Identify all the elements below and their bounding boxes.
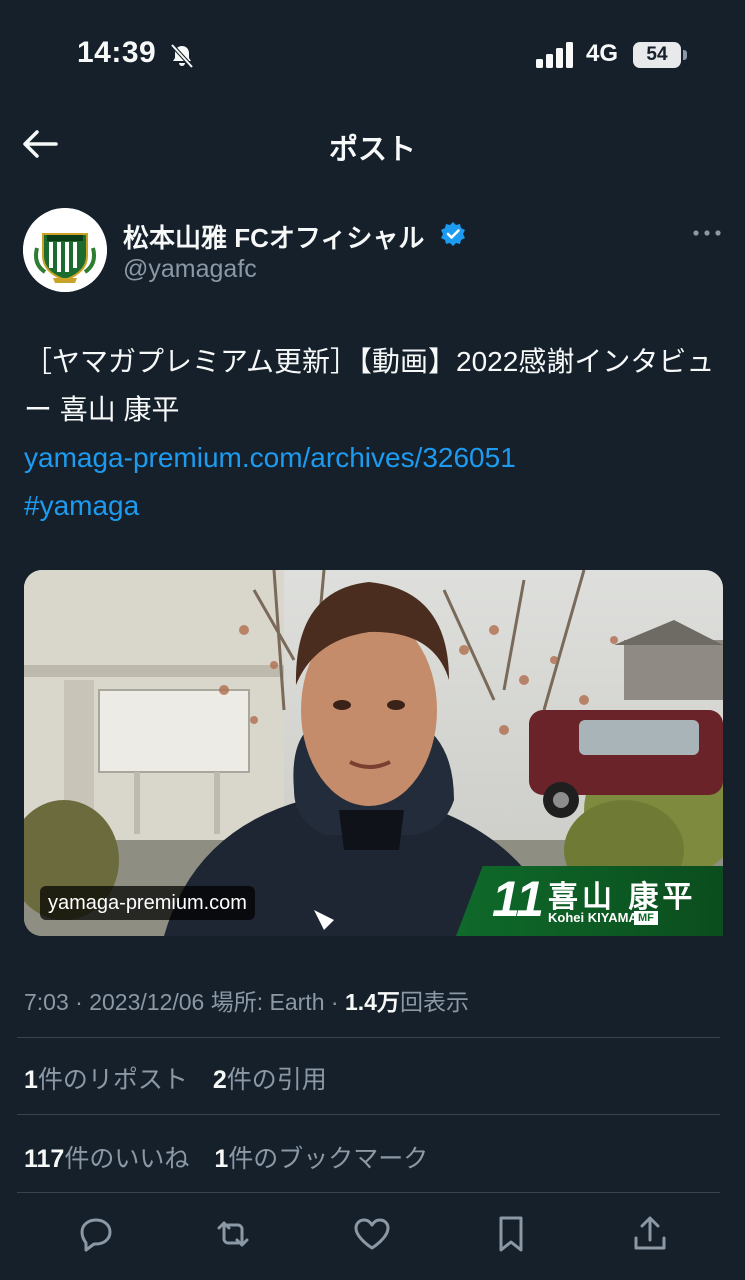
share-icon[interactable] — [630, 1214, 670, 1254]
likes-label: 件のいいね — [64, 1145, 190, 1173]
author-handle[interactable]: @yamagafc — [123, 255, 257, 284]
battery-tip — [683, 50, 687, 60]
more-icon[interactable] — [692, 222, 722, 244]
player-nameplate: 11 喜山 康平 Kohei KIYAMA MF — [456, 866, 723, 936]
post-location: 場所: Earth — [210, 989, 325, 1015]
page-title: ポスト — [328, 134, 416, 166]
author-display-name[interactable]: 松本山雅 FCオフィシャル — [123, 218, 424, 255]
post-time[interactable]: 7:03 — [24, 989, 69, 1015]
divider — [17, 1192, 720, 1193]
player-position: MF — [634, 911, 658, 925]
like-icon[interactable] — [352, 1214, 392, 1254]
bookmark-icon[interactable] — [491, 1214, 531, 1254]
tweet-text: ［ヤマガプレミアム更新］【動画】2022感謝インタビュー 喜山 康平 yamag… — [24, 338, 724, 530]
post-date[interactable]: 2023/12/06 — [89, 989, 204, 1015]
divider — [17, 1114, 720, 1115]
like-bookmark-stats: 117件のいいね 1件のブックマーク — [24, 1139, 446, 1175]
reposts-label: 件のリポスト — [37, 1066, 188, 1094]
repost-quote-stats: 1件のリポスト 2件の引用 — [24, 1060, 345, 1096]
likes-stat[interactable]: 117件のいいね — [24, 1145, 189, 1173]
tweet-link[interactable]: yamaga-premium.com/archives/326051 — [24, 434, 724, 482]
quotes-count: 2 — [212, 1066, 227, 1094]
player-number: 11 — [492, 871, 544, 927]
repost-icon[interactable] — [213, 1214, 253, 1254]
post-metadata: 7:03 · 2023/12/06 場所: Earth · 1.4万回表示 — [24, 983, 469, 1017]
bell-slash-icon — [170, 43, 194, 69]
quotes-label: 件の引用 — [226, 1066, 327, 1094]
network-type: 4G — [586, 40, 619, 67]
status-time: 14:39 — [77, 36, 157, 69]
reposts-stat[interactable]: 1件のリポスト — [24, 1066, 188, 1094]
likes-count: 117 — [24, 1145, 65, 1173]
separator-dot: · — [330, 989, 345, 1015]
avatar[interactable] — [23, 208, 107, 292]
bookmarks-count: 1 — [214, 1145, 229, 1173]
battery-indicator: 54 — [633, 42, 681, 68]
status-bar: 14:39 4G 54 — [0, 0, 745, 110]
hashtag-link[interactable]: #yamaga — [24, 482, 724, 530]
reply-icon[interactable] — [76, 1214, 116, 1254]
club-crest-logo — [23, 208, 107, 292]
separator-dot: · — [75, 989, 90, 1015]
signal-icon — [536, 42, 573, 68]
bookmarks-label: 件のブックマーク — [228, 1145, 429, 1173]
divider — [17, 1037, 720, 1038]
verified-icon — [441, 222, 465, 246]
reposts-count: 1 — [24, 1066, 38, 1094]
quotes-stat[interactable]: 2件の引用 — [213, 1066, 327, 1094]
player-name-roman: Kohei KIYAMA — [548, 910, 638, 925]
bookmarks-stat[interactable]: 1件のブックマーク — [214, 1145, 428, 1173]
media-domain-label[interactable]: yamaga-premium.com — [40, 886, 255, 920]
views-label: 回表示 — [399, 989, 469, 1015]
tweet-body: ［ヤマガプレミアム更新］【動画】2022感謝インタビュー 喜山 康平 — [24, 346, 715, 425]
views-count: 1.4万 — [344, 989, 400, 1015]
